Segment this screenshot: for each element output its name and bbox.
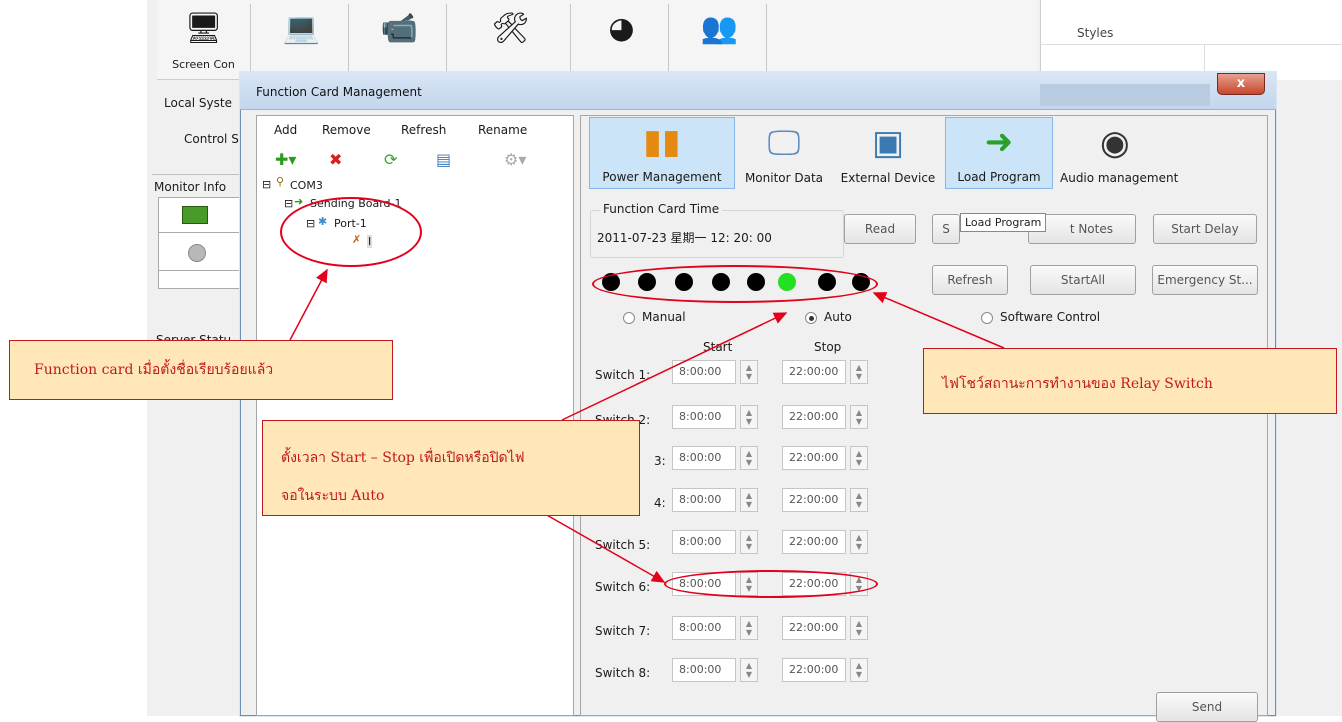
callout-auto-line2: จอในระบบ Auto bbox=[281, 488, 385, 504]
callout-function-card: Function card เมื่อตั้งชื่อเรียบร้อยแล้ว bbox=[9, 340, 393, 400]
callout-relay-switch: ไฟโชว์สถานะการทำงานของ Relay Switch bbox=[923, 348, 1337, 414]
callout-auto-schedule: ตั้งเวลา Start – Stop เพื่อเปิดหรือปิดไฟ… bbox=[262, 420, 640, 516]
callout-auto-line1: ตั้งเวลา Start – Stop เพื่อเปิดหรือปิดไฟ bbox=[281, 450, 525, 466]
